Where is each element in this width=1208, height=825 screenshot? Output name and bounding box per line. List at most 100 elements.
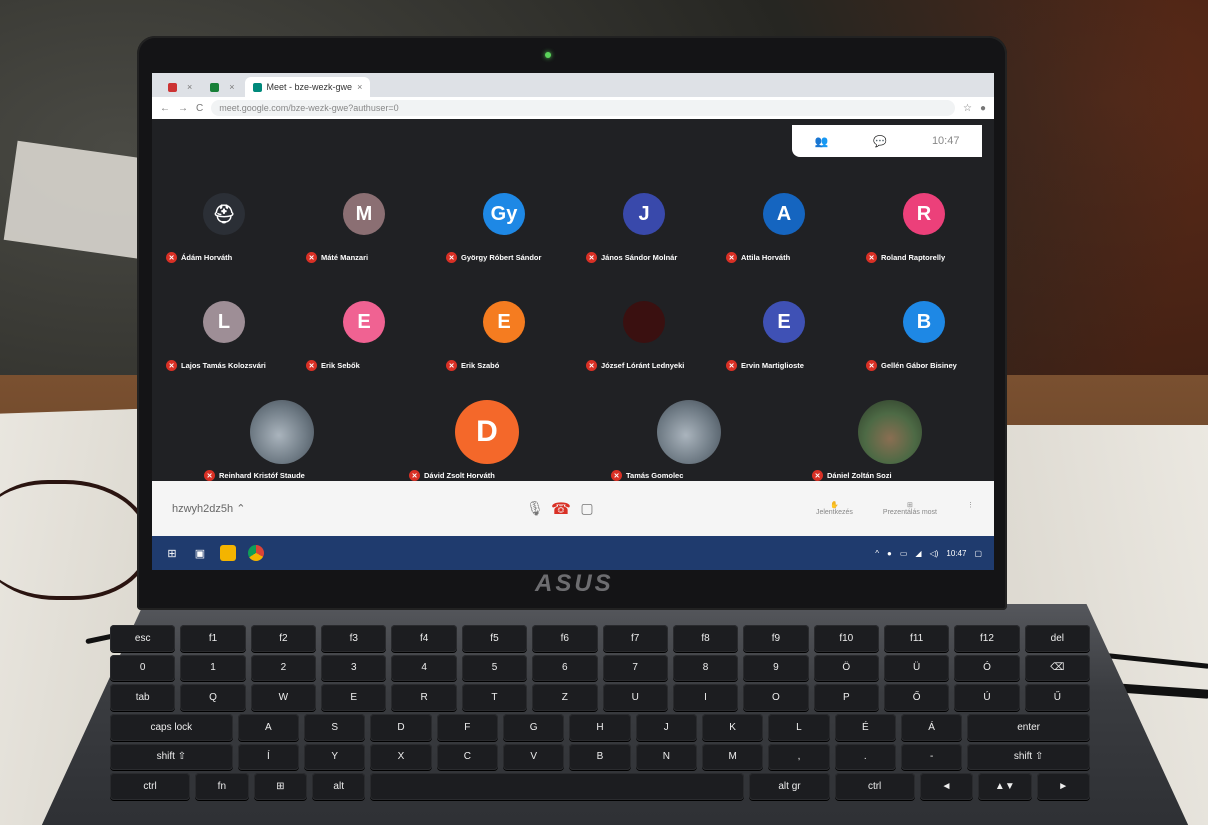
participant-tile[interactable]: ⛑ ✕ Ádám Horváth — [154, 159, 294, 269]
keyboard-key[interactable]: f6 — [532, 625, 598, 652]
participant-tile[interactable]: Gy ✕ György Róbert Sándor — [434, 159, 574, 269]
keyboard-key[interactable]: Í — [237, 743, 299, 771]
keyboard-key[interactable]: Q — [180, 684, 246, 711]
keyboard-key[interactable]: J — [635, 713, 697, 741]
address-bar[interactable]: meet.google.com/bze-wezk-gwe?authuser=0 — [211, 100, 955, 116]
keyboard-key[interactable]: esc — [110, 625, 176, 652]
people-icon[interactable]: 👥 — [815, 135, 829, 148]
close-icon[interactable]: × — [229, 82, 234, 92]
keyboard-key[interactable]: enter — [967, 713, 1090, 741]
notification-icon[interactable]: ▢ — [974, 549, 982, 558]
keyboard-key[interactable]: F — [436, 713, 498, 741]
keyboard-key[interactable]: ctrl — [110, 773, 191, 800]
keyboard-key[interactable]: ⌫ — [1024, 654, 1091, 682]
keyboard-key[interactable]: I — [672, 684, 739, 711]
keyboard-key[interactable]: f9 — [743, 625, 809, 652]
keyboard-key[interactable]: K — [701, 713, 764, 741]
keyboard-key[interactable]: ◄ — [919, 773, 974, 800]
keyboard-key[interactable]: 8 — [672, 654, 739, 682]
keyboard-key[interactable]: ⊞ — [253, 773, 307, 800]
profile-icon[interactable]: ● — [980, 103, 986, 114]
keyboard-key[interactable]: A — [237, 713, 299, 741]
participant-tile[interactable]: L ✕ Lajos Tamás Kolozsvári — [154, 267, 294, 377]
participant-tile[interactable]: R ✕ Roland Raptorelly — [854, 159, 994, 269]
keyboard-key[interactable]: 5 — [461, 654, 528, 682]
keyboard-key[interactable]: B — [569, 743, 631, 771]
keyboard-key[interactable]: f12 — [954, 625, 1020, 652]
microphone-button[interactable]: 🎙 — [522, 496, 548, 522]
participant-tile[interactable]: ✕ Tamás Gomolec — [599, 377, 779, 487]
keyboard-key[interactable]: T — [461, 684, 528, 711]
participant-tile[interactable]: ✕ Reinhard Kristóf Staude — [192, 377, 372, 487]
reload-icon[interactable]: C — [196, 103, 203, 114]
keyboard-key[interactable]: X — [370, 743, 432, 771]
keyboard-key[interactable]: f1 — [180, 625, 246, 652]
end-call-button[interactable]: ☎ — [548, 496, 574, 522]
keyboard-key[interactable]: Ö — [813, 654, 879, 682]
keyboard-key[interactable]: C — [436, 743, 498, 771]
keyboard-key[interactable]: W — [250, 684, 317, 711]
keyboard-key[interactable]: - — [900, 743, 963, 771]
camera-button[interactable]: ▢ — [574, 496, 600, 522]
clock-tray[interactable]: 10:47 — [946, 549, 966, 558]
keyboard-key[interactable]: f10 — [813, 625, 879, 652]
keyboard-key[interactable]: M — [701, 743, 764, 771]
keyboard-key[interactable]: alt — [311, 773, 366, 800]
keyboard-key[interactable]: G — [502, 713, 565, 741]
keyboard-key[interactable]: E — [321, 684, 387, 711]
keyboard-key[interactable]: Ú — [954, 684, 1020, 711]
keyboard-key[interactable]: Ó — [954, 654, 1020, 682]
keyboard-key[interactable]: U — [602, 684, 668, 711]
keyboard-key[interactable]: f3 — [321, 625, 387, 652]
keyboard-key[interactable]: O — [743, 684, 809, 711]
chevron-up-icon[interactable]: ^ — [875, 549, 879, 558]
keyboard-key[interactable]: f7 — [602, 625, 668, 652]
keyboard-key[interactable]: 1 — [180, 654, 246, 682]
keyboard-key[interactable]: H — [569, 713, 631, 741]
participant-tile[interactable]: E ✕ Ervin Martiglioste — [714, 267, 854, 377]
keyboard-key[interactable]: 2 — [250, 654, 317, 682]
wifi-icon[interactable]: ◢ — [915, 549, 921, 558]
keyboard-key[interactable]: Y — [304, 743, 366, 771]
participant-tile[interactable]: D ✕ Dávid Zsolt Horváth — [397, 377, 577, 487]
keyboard-key[interactable]: 4 — [391, 654, 457, 682]
keyboard-key[interactable]: S — [304, 713, 366, 741]
keyboard-key[interactable]: 9 — [743, 654, 809, 682]
participant-tile[interactable]: E ✕ Erik Szabó — [434, 267, 574, 377]
keyboard-key[interactable]: Á — [900, 713, 963, 741]
keyboard-key[interactable]: Ő — [883, 684, 950, 711]
browser-tab-active[interactable]: Meet - bze-wezk-gwe × — [244, 77, 371, 97]
keyboard-key[interactable]: f11 — [883, 625, 950, 652]
keyboard-key[interactable]: ctrl — [834, 773, 915, 800]
chat-icon[interactable]: 💬 — [873, 135, 887, 148]
keyboard-key[interactable]: 6 — [532, 654, 598, 682]
browser-tab[interactable]: × — [202, 77, 242, 97]
close-icon[interactable]: × — [187, 82, 192, 92]
windows-start-icon[interactable]: ⊞ — [164, 545, 180, 561]
task-view-icon[interactable]: ▣ — [192, 545, 208, 561]
file-explorer-icon[interactable] — [220, 545, 236, 561]
keyboard-key[interactable]: f2 — [250, 625, 317, 652]
keyboard-key[interactable]: alt gr — [749, 773, 830, 800]
keyboard-key[interactable]: P — [813, 684, 879, 711]
participant-tile[interactable]: B ✕ Gellén Gábor Bisiney — [854, 267, 994, 377]
keyboard-key[interactable]: R — [391, 684, 457, 711]
keyboard-key[interactable]: caps lock — [110, 713, 233, 741]
keyboard-key[interactable]: shift ⇧ — [967, 743, 1090, 771]
present-button[interactable]: ⊞ Prezentálás most — [883, 501, 937, 516]
volume-icon[interactable]: ◁) — [930, 549, 939, 558]
keyboard-key[interactable] — [370, 773, 745, 800]
participant-tile[interactable]: ✕ Dániel Zoltán Sozi — [800, 377, 980, 487]
keyboard-key[interactable]: shift ⇧ — [110, 743, 233, 771]
keyboard-key[interactable]: Z — [532, 684, 598, 711]
keyboard-key[interactable]: N — [635, 743, 697, 771]
keyboard-key[interactable]: f4 — [391, 625, 457, 652]
meeting-code[interactable]: hzwyh2dz5h ⌃ — [172, 502, 522, 515]
browser-tab[interactable]: × — [160, 77, 200, 97]
keyboard-key[interactable]: . — [834, 743, 896, 771]
close-icon[interactable]: × — [357, 82, 362, 92]
keyboard-key[interactable]: Ü — [883, 654, 950, 682]
keyboard-key[interactable]: f8 — [672, 625, 739, 652]
battery-icon[interactable]: ▭ — [900, 549, 908, 558]
keyboard-key[interactable]: V — [502, 743, 565, 771]
